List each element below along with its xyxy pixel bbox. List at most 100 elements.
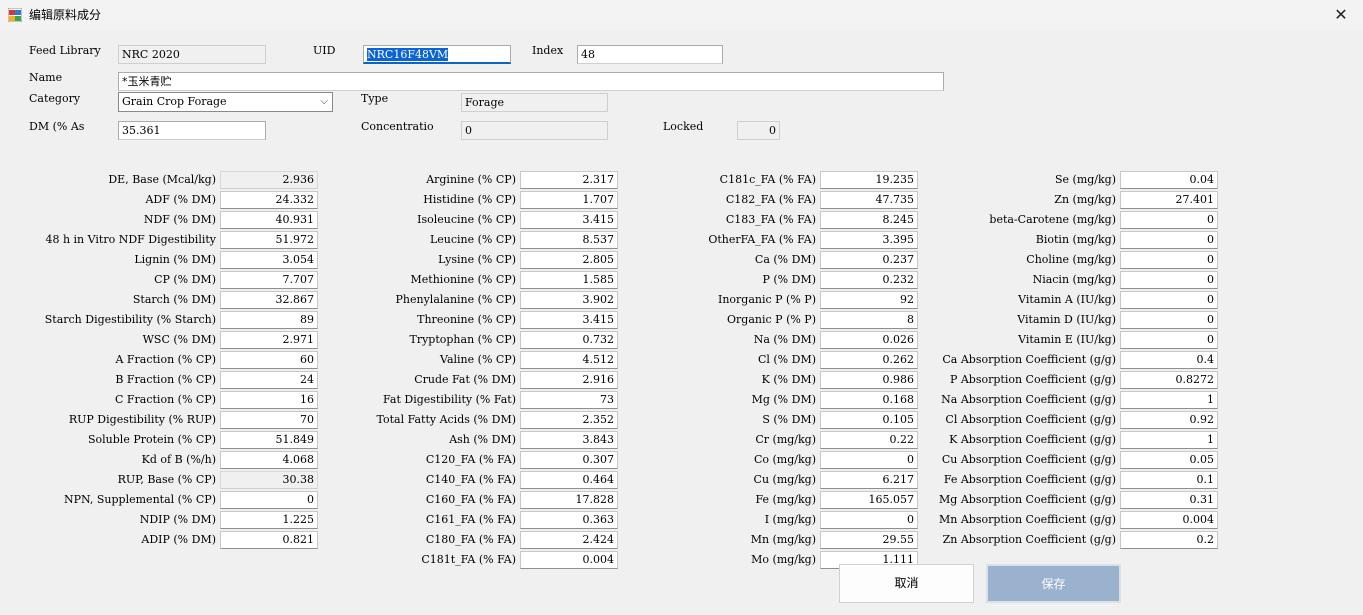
- field-value[interactable]: 0.732: [520, 331, 618, 349]
- field-value[interactable]: 8: [820, 311, 918, 329]
- field-value[interactable]: 17.828: [520, 491, 618, 509]
- field-value[interactable]: 19.235: [820, 171, 918, 189]
- field-value[interactable]: 0.464: [520, 471, 618, 489]
- name-field[interactable]: *玉米青贮: [118, 72, 944, 91]
- field-value[interactable]: 29.55: [820, 531, 918, 549]
- field-value[interactable]: 0.2: [1120, 531, 1218, 549]
- field-value[interactable]: 4.068: [220, 451, 318, 469]
- field-label: Phenylalanine (% CP): [395, 293, 517, 306]
- field-value[interactable]: 0: [820, 511, 918, 529]
- category-dropdown[interactable]: Grain Crop Forage ⌵: [118, 92, 333, 112]
- field-label: C120_FA (% FA): [425, 453, 516, 466]
- dm-field[interactable]: 35.361: [118, 121, 266, 140]
- field-value[interactable]: 3.395: [820, 231, 918, 249]
- field-value[interactable]: 0: [1120, 251, 1218, 269]
- field-value[interactable]: 1.707: [520, 191, 618, 209]
- field-value[interactable]: 51.972: [220, 231, 318, 249]
- field-value[interactable]: 2.424: [520, 531, 618, 549]
- field-value[interactable]: 1: [1120, 431, 1218, 449]
- field-value[interactable]: 16: [220, 391, 318, 409]
- field-label: Crude Fat (% DM): [414, 373, 516, 386]
- field-value[interactable]: 0: [220, 491, 318, 509]
- field-value[interactable]: 3.843: [520, 431, 618, 449]
- field-value[interactable]: 0.307: [520, 451, 618, 469]
- field-value[interactable]: 60: [220, 351, 318, 369]
- field-value[interactable]: 2.805: [520, 251, 618, 269]
- field-value[interactable]: 0.105: [820, 411, 918, 429]
- field-value[interactable]: 32.867: [220, 291, 318, 309]
- field-value[interactable]: 0.262: [820, 351, 918, 369]
- save-button[interactable]: 保存: [986, 564, 1121, 603]
- field-label: Ca Absorption Coefficient (g/g): [942, 353, 1116, 366]
- field-value[interactable]: 92: [820, 291, 918, 309]
- field-value[interactable]: 7.707: [220, 271, 318, 289]
- field-label: Starch (% DM): [132, 293, 216, 306]
- field-value[interactable]: 2.916: [520, 371, 618, 389]
- field-value[interactable]: 0.05: [1120, 451, 1218, 469]
- field-value[interactable]: 0.237: [820, 251, 918, 269]
- field-value[interactable]: 0: [1120, 331, 1218, 349]
- field-value[interactable]: 3.902: [520, 291, 618, 309]
- cancel-button[interactable]: 取消: [839, 564, 974, 603]
- field-value[interactable]: 70: [220, 411, 318, 429]
- field-value[interactable]: 51.849: [220, 431, 318, 449]
- field-value[interactable]: 0: [820, 451, 918, 469]
- field-value[interactable]: 0.168: [820, 391, 918, 409]
- field-value[interactable]: 0.8272: [1120, 371, 1218, 389]
- field-value[interactable]: 47.735: [820, 191, 918, 209]
- field-value[interactable]: 24.332: [220, 191, 318, 209]
- field-value[interactable]: 6.217: [820, 471, 918, 489]
- field-value[interactable]: 40.931: [220, 211, 318, 229]
- field-value[interactable]: 3.054: [220, 251, 318, 269]
- field-label: C182_FA (% FA): [725, 193, 816, 206]
- field-value[interactable]: 0: [1120, 211, 1218, 229]
- field-value[interactable]: 0: [1120, 231, 1218, 249]
- category-value: Grain Crop Forage: [122, 95, 227, 108]
- field-value[interactable]: 0.04: [1120, 171, 1218, 189]
- field-label: Ca (% DM): [754, 253, 816, 266]
- field-value[interactable]: 2.971: [220, 331, 318, 349]
- field-value[interactable]: 0: [1120, 311, 1218, 329]
- field-value[interactable]: 0.004: [1120, 511, 1218, 529]
- field-value[interactable]: 0.22: [820, 431, 918, 449]
- field-value[interactable]: 2.352: [520, 411, 618, 429]
- field-value[interactable]: 1.225: [220, 511, 318, 529]
- field-value[interactable]: 0.92: [1120, 411, 1218, 429]
- field-value[interactable]: 0.026: [820, 331, 918, 349]
- field-label: ADIP (% DM): [141, 533, 216, 546]
- field-value[interactable]: 27.401: [1120, 191, 1218, 209]
- field-value[interactable]: 8.537: [520, 231, 618, 249]
- field-value[interactable]: 24: [220, 371, 318, 389]
- field-value[interactable]: 0.004: [520, 551, 618, 569]
- field-value[interactable]: 8.245: [820, 211, 918, 229]
- field-label: C181c_FA (% FA): [719, 173, 816, 186]
- field-value[interactable]: 1.585: [520, 271, 618, 289]
- field-value[interactable]: 2.317: [520, 171, 618, 189]
- field-value[interactable]: 0.363: [520, 511, 618, 529]
- field-value[interactable]: 89: [220, 311, 318, 329]
- field-value[interactable]: 0.232: [820, 271, 918, 289]
- field-label: Kd of B (%/h): [141, 453, 216, 466]
- index-field[interactable]: 48: [577, 45, 723, 64]
- concentration-field: 0: [461, 121, 608, 140]
- field-value[interactable]: 0.31: [1120, 491, 1218, 509]
- field-value[interactable]: 0.1: [1120, 471, 1218, 489]
- field-value[interactable]: 3.415: [520, 311, 618, 329]
- field-value: 30.38: [220, 471, 318, 489]
- field-value[interactable]: 0.4: [1120, 351, 1218, 369]
- field-value[interactable]: 165.057: [820, 491, 918, 509]
- field-value[interactable]: 0: [1120, 291, 1218, 309]
- field-value[interactable]: 0.986: [820, 371, 918, 389]
- uid-field[interactable]: NRC16F48VM: [363, 45, 511, 64]
- field-value[interactable]: 73: [520, 391, 618, 409]
- field-label: Biotin (mg/kg): [1035, 233, 1116, 246]
- field-value[interactable]: 0: [1120, 271, 1218, 289]
- field-value[interactable]: 0.821: [220, 531, 318, 549]
- field-value[interactable]: 1: [1120, 391, 1218, 409]
- close-icon[interactable]: ✕: [1319, 0, 1363, 30]
- field-label: Cl (% DM): [757, 353, 816, 366]
- field-value[interactable]: 4.512: [520, 351, 618, 369]
- field-value[interactable]: 3.415: [520, 211, 618, 229]
- field-label: Tryptophan (% CP): [409, 333, 516, 346]
- field-label: Methionine (% CP): [410, 273, 516, 286]
